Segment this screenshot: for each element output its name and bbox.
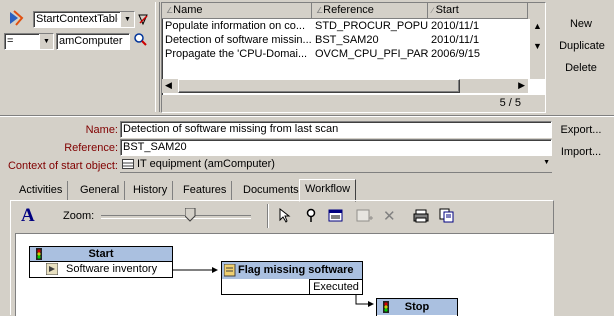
tab-documents[interactable]: Documents <box>238 181 305 200</box>
tab-history[interactable]: History <box>128 181 174 200</box>
row-name: Propagate the 'CPU-Domai... <box>165 48 308 60</box>
filter-table-combo[interactable]: StartContextTable ▼ <box>33 11 135 28</box>
context-combo[interactable]: IT equipment (amComputer) ▼ <box>120 157 552 173</box>
node-outcome[interactable]: Executed <box>309 279 362 294</box>
list-table: Populate information on co... STD_PROCUR… <box>162 19 528 61</box>
filter-table-value: StartContextTable <box>36 13 118 25</box>
filter-value-field[interactable]: amComputer <box>56 33 130 50</box>
import-button[interactable]: Import... <box>552 142 610 162</box>
zoom-label: Zoom: <box>63 210 95 222</box>
row-start: 2010/11/1 <box>431 34 480 46</box>
copy-icon[interactable] <box>439 208 455 226</box>
pointer-icon[interactable] <box>277 207 291 226</box>
row-reference: STD_PROCUR_POPULAT... <box>315 20 428 32</box>
pane-splitter[interactable] <box>155 2 160 112</box>
filter-value-text: amComputer <box>59 35 123 47</box>
workflow-node-start[interactable]: Start Software inventory <box>29 246 173 278</box>
node-title: Stop <box>404 301 430 313</box>
tab-features[interactable]: Features <box>178 181 233 200</box>
filter-operator-combo[interactable]: = ▼ <box>4 33 54 50</box>
column-header-start[interactable]: ∕ Start <box>428 3 528 19</box>
name-label: Name: <box>85 124 118 136</box>
name-field[interactable]: Detection of software missing from last … <box>120 121 552 138</box>
list-horizontal-scrollbar[interactable]: ◀ ▶ <box>162 79 528 93</box>
new-button[interactable]: New <box>552 14 610 34</box>
list-vertical-scrollbar[interactable]: ▲ ▼ <box>530 19 545 79</box>
zoom-slider-thumb[interactable] <box>184 207 196 225</box>
delete-button[interactable]: Delete <box>552 58 610 78</box>
tab-bar: Activities General History Features Docu… <box>14 179 414 202</box>
reference-label: Reference: <box>64 142 118 154</box>
row-start: 2010/11/1 <box>431 20 480 32</box>
node-header: Flag missing software <box>222 262 362 279</box>
search-icon[interactable] <box>132 32 148 48</box>
add-activity-icon[interactable] <box>356 208 374 227</box>
export-button[interactable]: Export... <box>552 120 610 140</box>
properties-icon[interactable] <box>328 209 344 226</box>
node-event-row[interactable]: Software inventory <box>30 261 172 276</box>
list-header: ∠Name ∠Reference ∕ Start <box>162 3 545 19</box>
node-title: Start <box>88 248 114 260</box>
workflow-canvas[interactable]: Start Software inventory Flag missing so… <box>15 233 554 316</box>
table-row[interactable]: Populate information on co... STD_PROCUR… <box>162 19 528 33</box>
scroll-thumb[interactable] <box>178 79 460 93</box>
chevron-down-icon[interactable]: ▼ <box>543 159 550 166</box>
column-header-reference[interactable]: ∠Reference <box>312 3 428 19</box>
list-counter: 5 / 5 <box>499 97 521 109</box>
zoom-slider[interactable] <box>101 207 251 225</box>
scroll-left-icon[interactable]: ◀ <box>165 80 172 91</box>
filter-clear-icon[interactable] <box>137 12 149 26</box>
workflow-toolbar: A Zoom: ✕ <box>11 201 553 231</box>
tab-activities[interactable]: Activities <box>14 181 69 200</box>
workflow-node-flag[interactable]: Flag missing software Executed <box>221 261 363 295</box>
table-row[interactable]: Propagate the 'CPU-Domai... OVCM_CPU_PFI… <box>162 47 528 61</box>
row-start: 2006/9/15 <box>431 48 480 60</box>
workflow-panel: A Zoom: ✕ Start Software inventory Flag … <box>10 200 554 316</box>
scroll-down-icon[interactable]: ▼ <box>530 41 545 51</box>
node-title: Flag missing software <box>238 264 354 276</box>
context-value: IT equipment (amComputer) <box>137 158 275 170</box>
row-reference: BST_SAM20 <box>315 34 379 46</box>
toolbar-divider <box>267 204 269 228</box>
column-header-label: Name <box>173 4 203 16</box>
row-reference: OVCM_CPU_PFI_PARENT1 <box>315 48 428 60</box>
node-header: Stop <box>377 299 457 315</box>
context-label: Context of start object: <box>7 160 118 172</box>
row-name: Populate information on co... <box>165 20 306 32</box>
node-header: Start <box>30 247 172 261</box>
font-icon[interactable]: A <box>21 205 35 227</box>
event-icon <box>45 262 59 278</box>
column-header-label: Reference <box>323 4 374 16</box>
chevron-down-icon[interactable]: ▼ <box>39 34 53 49</box>
column-header-label: Start <box>435 4 459 16</box>
workflow-node-stop[interactable]: Stop <box>376 298 458 316</box>
arrow-head <box>212 267 218 273</box>
list-status-bar: 5 / 5 <box>162 95 545 112</box>
event-label: Software inventory <box>66 263 158 275</box>
filter-operator-value: = <box>7 35 14 47</box>
scroll-right-icon[interactable]: ▶ <box>518 80 525 91</box>
reference-field[interactable]: BST_SAM20 <box>120 139 552 156</box>
print-icon[interactable] <box>413 209 429 226</box>
chevron-down-icon[interactable]: ▼ <box>120 12 134 27</box>
tab-workflow[interactable]: Workflow <box>299 179 357 202</box>
tab-general[interactable]: General <box>75 181 126 200</box>
scroll-up-icon[interactable]: ▲ <box>530 19 545 34</box>
table-icon <box>122 159 134 169</box>
records-list[interactable]: ∠Name ∠Reference ∕ Start Populate inform… <box>161 2 546 113</box>
row-name: Detection of software missin... <box>165 34 312 46</box>
delete-icon[interactable]: ✕ <box>383 207 396 225</box>
table-row[interactable]: Detection of software missin... BST_SAM2… <box>162 33 528 47</box>
filter-table-icon <box>8 10 24 26</box>
duplicate-button[interactable]: Duplicate <box>552 36 612 56</box>
task-icon <box>223 263 236 283</box>
horizontal-divider <box>0 115 614 117</box>
column-header-name[interactable]: ∠Name <box>162 3 312 19</box>
arrow-head <box>368 301 374 307</box>
zoom-tool-icon[interactable] <box>304 208 318 227</box>
